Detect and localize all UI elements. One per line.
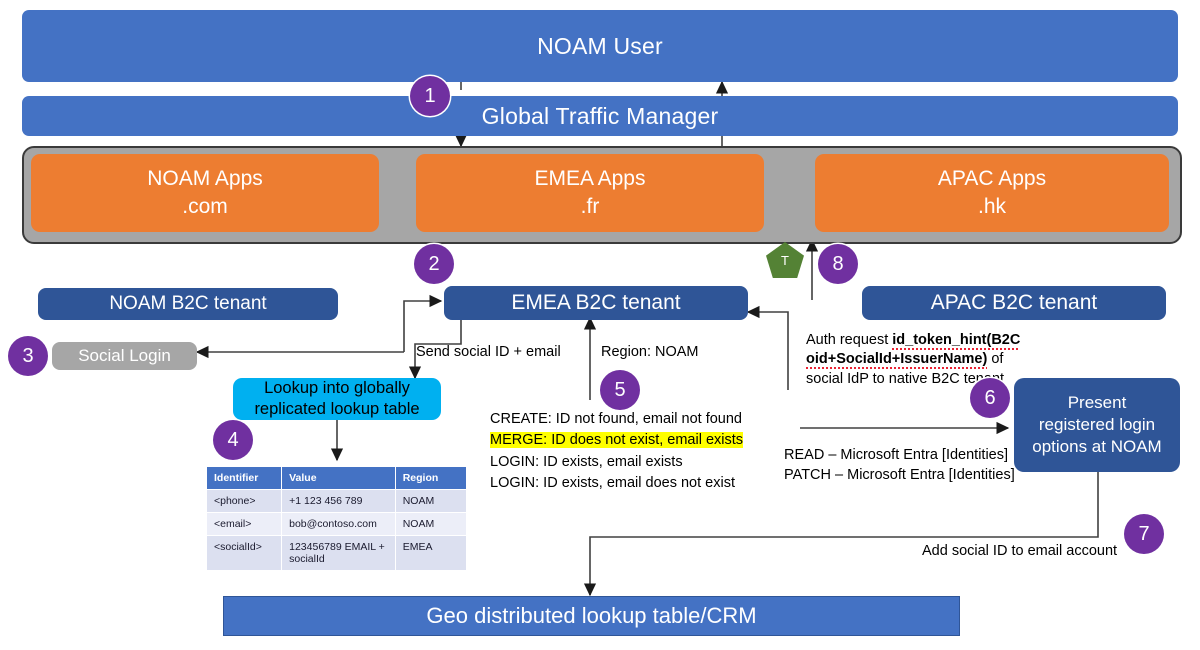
- cell-value: bob@contoso.com: [281, 512, 396, 536]
- social-login-label: Social Login: [78, 346, 171, 365]
- step-badge-1-label: 1: [424, 84, 436, 107]
- pentagon-t-label: T: [781, 252, 789, 268]
- app-tile-apac-name: APAC Apps: [937, 166, 1047, 190]
- cell-identifier: <email>: [205, 512, 283, 536]
- tenant-emea-label: EMEA B2C tenant: [511, 291, 681, 314]
- tenant-noam[interactable]: NOAM B2C tenant: [38, 288, 338, 320]
- label-rule-merge: MERGE: ID does not exist, email exists: [490, 431, 744, 450]
- tenant-emea[interactable]: EMEA B2C tenant: [444, 286, 748, 320]
- pentagon-t-marker: T: [766, 242, 804, 278]
- label-rule-login-2: LOGIN: ID exists, email does not exist: [490, 475, 735, 491]
- lookup-box[interactable]: Lookup into globally replicated lookup t…: [233, 378, 441, 420]
- label-read-entra: READ – Microsoft Entra [Identities]: [784, 447, 1009, 463]
- present-login-options-box[interactable]: Present registered login options at NOAM: [1014, 378, 1180, 472]
- lookup-box-line2: replicated lookup table: [254, 400, 420, 418]
- step-badge-7[interactable]: 7: [1124, 514, 1164, 554]
- step-badge-2-label: 2: [428, 252, 440, 275]
- tenant-apac[interactable]: APAC B2C tenant: [862, 286, 1166, 320]
- table-row: <phone> +1 123 456 789 NOAM: [205, 489, 468, 513]
- noam-user-bar[interactable]: NOAM User: [22, 10, 1178, 82]
- auth-text-token-hint: id_token_hint(B2C: [892, 332, 1021, 350]
- table-row: <socialId> 123456789 EMAIL + socialId EM…: [205, 535, 468, 571]
- cell-identifier: <phone>: [205, 489, 283, 513]
- cell-value: 123456789 EMAIL + socialId: [281, 535, 396, 571]
- step-badge-3[interactable]: 3: [8, 336, 48, 376]
- present-line-2: registered login: [1038, 414, 1156, 434]
- step-badge-6-label: 6: [984, 386, 996, 409]
- global-traffic-manager-label: Global Traffic Manager: [481, 102, 719, 129]
- cell-value: +1 123 456 789: [281, 489, 396, 513]
- label-region-noam: Region: NOAM: [601, 344, 699, 360]
- step-badge-5-label: 5: [614, 378, 626, 401]
- label-rule-create: CREATE: ID not found, email not found: [490, 411, 743, 427]
- present-line-3: options at NOAM: [1032, 437, 1162, 457]
- auth-text-claims: oid+SocialId+IssuerName): [806, 351, 988, 370]
- step-badge-4[interactable]: 4: [213, 420, 253, 460]
- label-rule-merge-text: MERGE: ID does not exist, email exists: [490, 432, 744, 448]
- app-tile-apac-domain: .hk: [977, 195, 1006, 218]
- noam-user-label: NOAM User: [537, 32, 663, 59]
- step-badge-8[interactable]: 8: [818, 244, 858, 284]
- auth-text-a: Auth request: [806, 332, 893, 348]
- lookup-box-line1: Lookup into globally: [264, 379, 410, 398]
- label-send-social-id: Send social ID + email: [416, 344, 561, 360]
- cell-region: EMEA: [394, 535, 468, 571]
- app-tile-apac[interactable]: APAC Apps .hk: [815, 154, 1169, 232]
- table-col-value: Value: [281, 466, 396, 490]
- table-col-region: Region: [394, 466, 468, 490]
- present-line-1: Present: [1067, 392, 1127, 412]
- step-badge-7-label: 7: [1138, 522, 1150, 545]
- cell-region: NOAM: [394, 489, 468, 513]
- step-badge-1[interactable]: 1: [410, 76, 450, 116]
- cell-region: NOAM: [394, 512, 468, 536]
- app-tile-noam-domain: .com: [182, 195, 228, 218]
- table-header-row: Identifier Value Region: [205, 466, 468, 490]
- app-tile-emea-name: EMEA Apps: [534, 166, 646, 190]
- step-badge-5[interactable]: 5: [600, 370, 640, 410]
- step-badge-6[interactable]: 6: [970, 378, 1010, 418]
- step-badge-2[interactable]: 2: [414, 244, 454, 284]
- global-traffic-manager-bar[interactable]: Global Traffic Manager: [22, 96, 1178, 136]
- tenant-noam-label: NOAM B2C tenant: [109, 293, 267, 314]
- app-tile-noam-name: NOAM Apps: [147, 166, 263, 190]
- table-row: <email> bob@contoso.com NOAM: [205, 512, 468, 536]
- step-badge-4-label: 4: [227, 428, 239, 451]
- diagram-canvas: NOAM User Global Traffic Manager NOAM Ap…: [0, 0, 1200, 650]
- label-rule-login-1: LOGIN: ID exists, email exists: [490, 454, 683, 470]
- step-badge-3-label: 3: [22, 344, 34, 367]
- lookup-data-table: Identifier Value Region <phone> +1 123 4…: [205, 466, 468, 571]
- crm-bar[interactable]: Geo distributed lookup table/CRM: [223, 596, 960, 636]
- app-tile-noam[interactable]: NOAM Apps .com: [31, 154, 379, 232]
- crm-label: Geo distributed lookup table/CRM: [426, 603, 757, 628]
- cell-identifier: <socialId>: [205, 535, 283, 571]
- tenant-apac-label: APAC B2C tenant: [930, 291, 1098, 314]
- app-tile-emea[interactable]: EMEA Apps .fr: [416, 154, 764, 232]
- app-tile-emea-domain: .fr: [580, 195, 600, 218]
- step-badge-8-label: 8: [832, 252, 844, 275]
- social-login-box[interactable]: Social Login: [52, 342, 197, 370]
- label-patch-entra: PATCH – Microsoft Entra [Identities]: [784, 467, 1015, 483]
- label-add-social-id: Add social ID to email account: [922, 543, 1118, 559]
- table-col-identifier: Identifier: [205, 466, 283, 490]
